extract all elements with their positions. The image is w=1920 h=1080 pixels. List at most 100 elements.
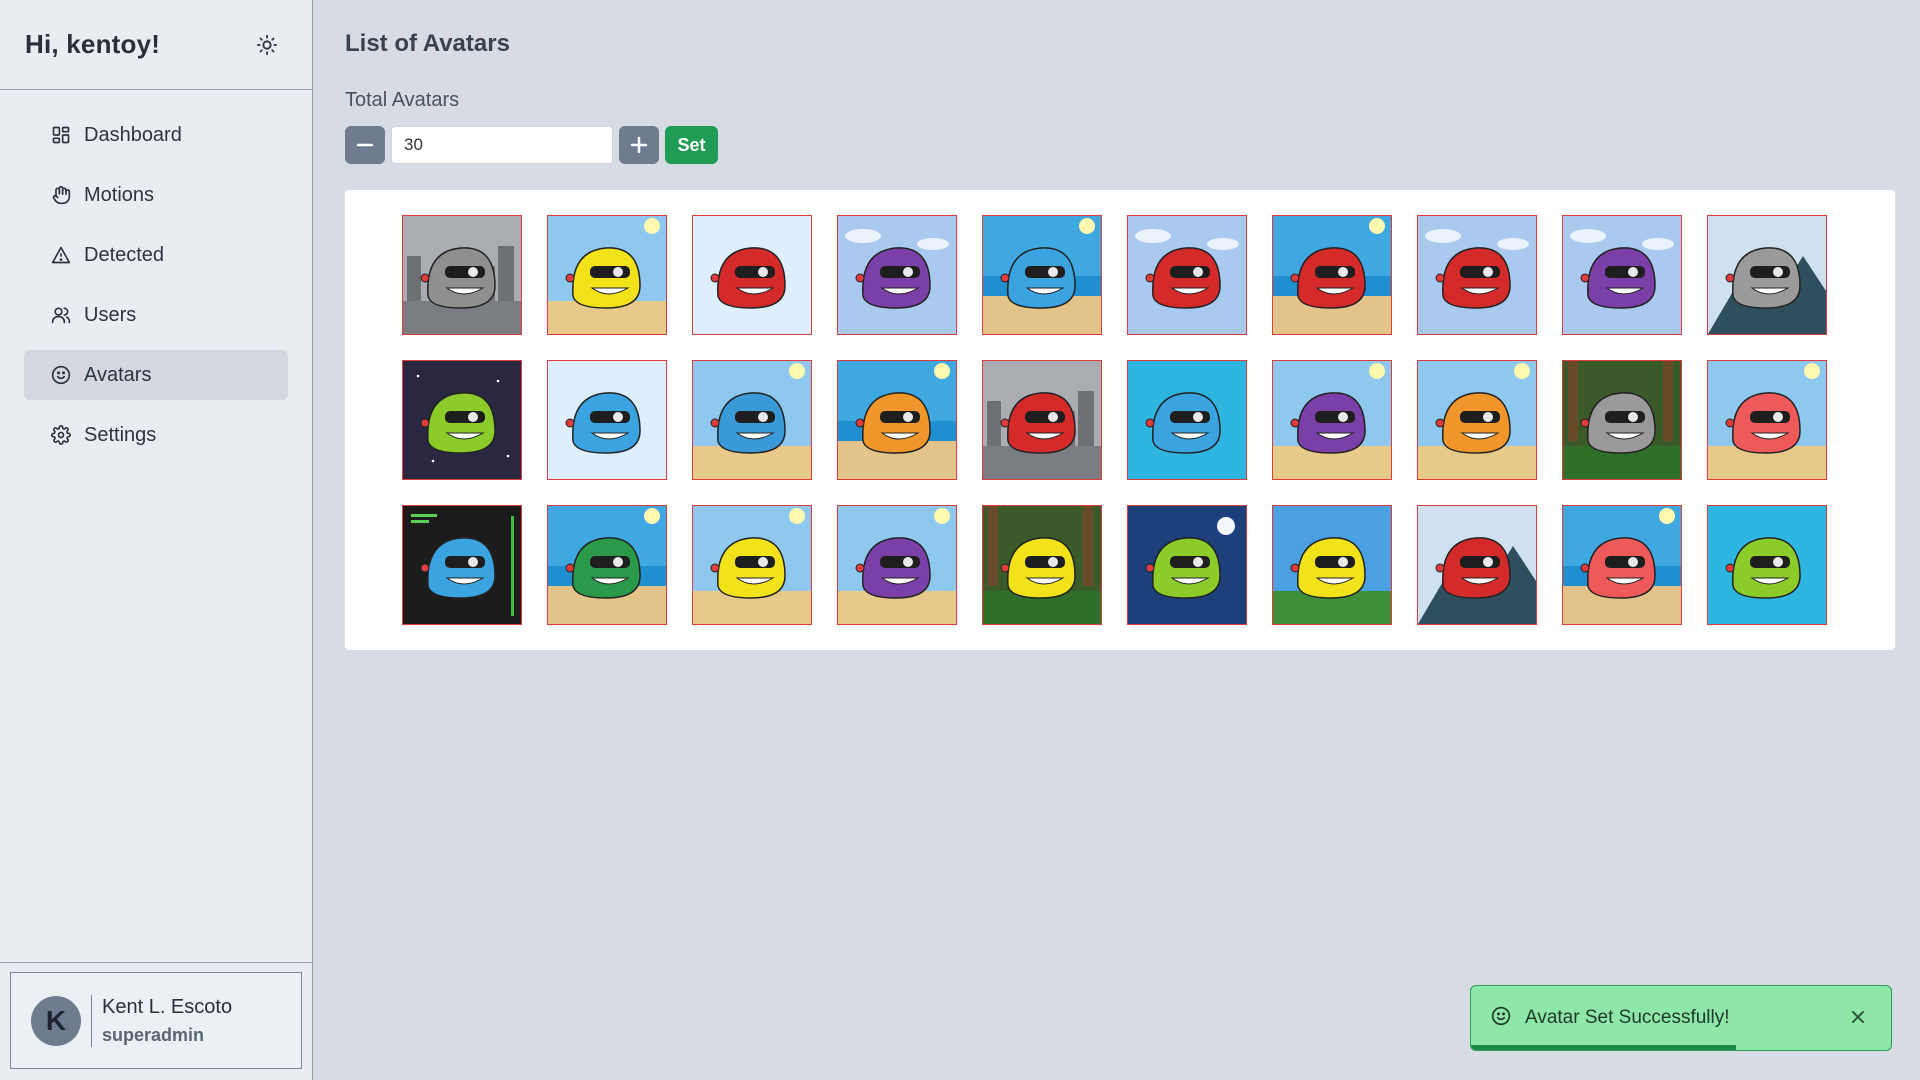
avatar-tile[interactable] [1562, 360, 1682, 480]
sidebar-item-users[interactable]: Users [24, 290, 288, 340]
robot-avatar-image [548, 216, 666, 334]
greeting-text: Hi, kentoy! [25, 29, 161, 59]
hand-icon [50, 184, 72, 206]
robot-avatar-image [838, 361, 956, 479]
robot-avatar-image [1273, 506, 1391, 624]
sidebar-item-label: Users [84, 303, 137, 326]
robot-avatar-image [1128, 506, 1246, 624]
success-toast: Avatar Set Successfully! [1470, 985, 1892, 1051]
gear-icon [50, 424, 72, 446]
avatar-tile[interactable] [547, 360, 667, 480]
avatar-tile[interactable] [982, 360, 1102, 480]
robot-avatar-image [1128, 361, 1246, 479]
avatar-tile[interactable] [1272, 215, 1392, 335]
avatar-tile[interactable] [547, 215, 667, 335]
profile-card[interactable]: K Kent L. Escoto superadmin [10, 972, 302, 1069]
avatar-tile[interactable] [1417, 360, 1537, 480]
robot-avatar-image [1563, 216, 1681, 334]
avatar-tile[interactable] [1127, 505, 1247, 625]
robot-avatar-image [403, 361, 521, 479]
sidebar-item-label: Settings [84, 423, 157, 446]
sun-icon[interactable] [254, 32, 280, 58]
page-title: List of Avatars [345, 30, 510, 57]
avatar-tile[interactable] [1417, 215, 1537, 335]
avatar-count-input[interactable] [391, 126, 613, 164]
robot-avatar-image [693, 216, 811, 334]
profile-info: Kent L. Escoto superadmin [102, 996, 232, 1046]
toast-message: Avatar Set Successfully! [1525, 1007, 1730, 1028]
robot-avatar-image [1708, 361, 1826, 479]
avatar-tile[interactable] [837, 360, 957, 480]
sidebar-item-settings[interactable]: Settings [24, 410, 288, 460]
robot-avatar-image [1128, 216, 1246, 334]
avatar-tile[interactable] [1127, 215, 1247, 335]
avatar-tile[interactable] [402, 505, 522, 625]
robot-avatar-image [1418, 216, 1536, 334]
avatar-tile[interactable] [1707, 505, 1827, 625]
smiley-icon [1491, 1006, 1511, 1031]
sidebar-nav: Dashboard Motions Detected Users Avatars… [0, 90, 312, 460]
avatar-tile[interactable] [1127, 360, 1247, 480]
sidebar-item-avatars[interactable]: Avatars [24, 350, 288, 400]
avatar-tile[interactable] [837, 215, 957, 335]
minus-icon [356, 143, 374, 147]
avatar-count-controls: Set [345, 126, 718, 164]
avatar-grid [345, 190, 1895, 650]
total-avatars-label: Total Avatars [345, 89, 460, 111]
robot-avatar-image [838, 506, 956, 624]
robot-avatar-image [838, 216, 956, 334]
profile-section: K Kent L. Escoto superadmin [0, 962, 313, 1080]
sidebar: Hi, kentoy! Dashboard Motions Detected U… [0, 0, 313, 1080]
sidebar-item-label: Avatars [84, 363, 152, 386]
profile-name: Kent L. Escoto [102, 995, 233, 1018]
avatar-tile[interactable] [1562, 215, 1682, 335]
robot-avatar-image [1563, 506, 1681, 624]
sidebar-item-motions[interactable]: Motions [24, 170, 288, 220]
robot-avatar-image [983, 216, 1101, 334]
robot-avatar-image [693, 361, 811, 479]
sidebar-item-label: Detected [84, 243, 165, 266]
sidebar-item-label: Motions [84, 183, 155, 206]
profile-role: superadmin [102, 1024, 205, 1045]
avatar-tile[interactable] [1417, 505, 1537, 625]
sidebar-item-label: Dashboard [84, 123, 182, 146]
avatar-tile[interactable] [982, 505, 1102, 625]
avatar-tile[interactable] [1272, 360, 1392, 480]
robot-avatar-image [1418, 361, 1536, 479]
robot-avatar-image [1273, 361, 1391, 479]
avatar-tile[interactable] [1707, 360, 1827, 480]
toast-progress-bar [1471, 1045, 1736, 1050]
plus-icon [630, 136, 648, 154]
robot-avatar-image [548, 361, 666, 479]
set-button[interactable]: Set [665, 126, 718, 164]
smiley-icon [50, 364, 72, 386]
sidebar-item-detected[interactable]: Detected [24, 230, 288, 280]
robot-avatar-image [1708, 506, 1826, 624]
increment-button[interactable] [619, 126, 659, 164]
sidebar-item-dashboard[interactable]: Dashboard [24, 110, 288, 160]
robot-avatar-image [548, 506, 666, 624]
avatar-tile[interactable] [982, 215, 1102, 335]
avatar-tile[interactable] [1707, 215, 1827, 335]
robot-avatar-image [1708, 216, 1826, 334]
avatar-tile[interactable] [547, 505, 667, 625]
users-icon [50, 304, 72, 326]
avatar: K [31, 995, 81, 1046]
robot-avatar-image [1563, 361, 1681, 479]
avatar-tile[interactable] [692, 215, 812, 335]
robot-avatar-image [693, 506, 811, 624]
decrement-button[interactable] [345, 126, 385, 164]
robot-avatar-image [403, 506, 521, 624]
warning-triangle-icon [50, 244, 72, 266]
avatar-tile[interactable] [692, 360, 812, 480]
robot-avatar-image [1273, 216, 1391, 334]
avatar-tile[interactable] [837, 505, 957, 625]
robot-avatar-image [983, 506, 1101, 624]
avatar-tile[interactable] [1272, 505, 1392, 625]
avatar-tile[interactable] [402, 215, 522, 335]
avatar-tile[interactable] [402, 360, 522, 480]
avatar-tile[interactable] [1562, 505, 1682, 625]
close-icon[interactable] [1847, 1006, 1869, 1028]
robot-avatar-image [403, 216, 521, 334]
avatar-tile[interactable] [692, 505, 812, 625]
